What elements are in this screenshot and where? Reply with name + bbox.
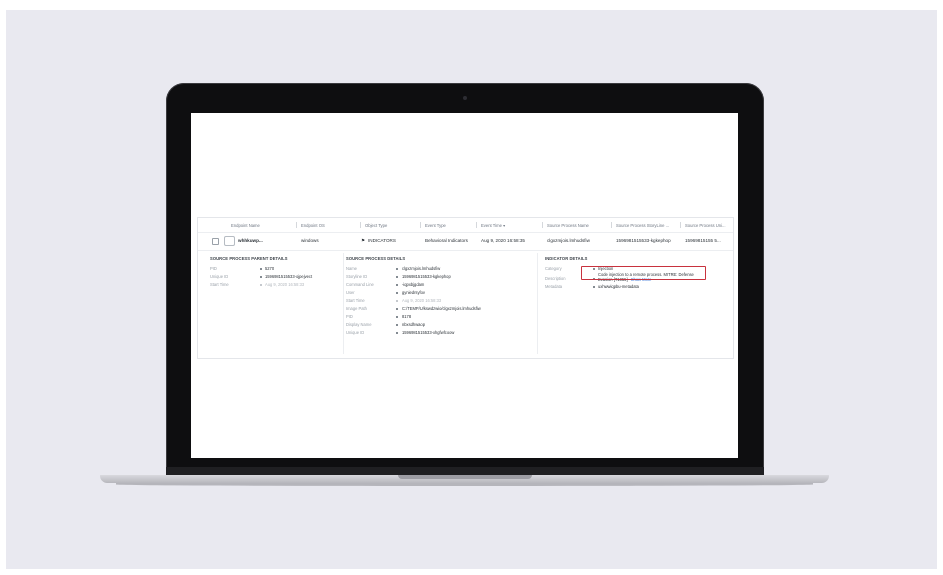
parent-details-title: SOURCE PROCESS PARENT DETAILS: [210, 256, 288, 261]
process-field: Command Line -iqpxbjgdam: [346, 282, 425, 287]
col-storyline[interactable]: Source Process StoryLine ...: [616, 223, 669, 228]
description-highlight-box: [581, 266, 706, 280]
process-field: Storyline ID 1596981515533-kgkephop: [346, 274, 451, 279]
indicator-metadata: Metadata uxhwwiqpbu-metadata: [545, 284, 639, 289]
cell-event-type: Behavioral Indicators: [425, 238, 468, 243]
cell-object-type: INDICATORS: [368, 238, 396, 243]
parent-field-start-time: Start Time Aug 9, 2020 16:58:33: [210, 282, 305, 287]
process-field: User gyniedrsyfov: [346, 290, 425, 295]
process-field: Display Name nbxsdhwaop: [346, 322, 425, 327]
process-details-title: SOURCE PROCESS DETAILS: [346, 256, 406, 261]
laptop-lid: Endpoint Name Endpoint OS Object Type Ev…: [166, 83, 764, 475]
col-unique[interactable]: Source Process Uni...: [685, 223, 726, 228]
cell-endpoint-os: windows: [301, 238, 319, 243]
device-icon: [224, 236, 235, 246]
cell-endpoint-name[interactable]: whhkuwp...: [238, 238, 263, 243]
process-field: Image Path C:/TEMP/U/kswdzwio/clgxzmjois.…: [346, 306, 481, 311]
col-source-process-name[interactable]: Source Process Name: [547, 223, 589, 228]
col-event-type[interactable]: Event Type: [425, 223, 446, 228]
events-table: Endpoint Name Endpoint OS Object Type Ev…: [197, 217, 734, 359]
laptop-shadow: [116, 483, 813, 486]
col-event-time[interactable]: Event Time ▾: [481, 223, 505, 228]
cell-event-time: Aug 9, 2020 16:58:35: [481, 238, 525, 243]
indicator-details-title: INDICATOR DETAILS: [545, 256, 588, 261]
laptop-base: [100, 475, 829, 483]
process-field: Unique ID 1596981515533-xhgfwfcoow: [346, 330, 455, 335]
laptop-screen: Endpoint Name Endpoint OS Object Type Ev…: [191, 113, 738, 458]
lid-bezel-bottom: [166, 467, 764, 475]
col-endpoint-os[interactable]: Endpoint OS: [301, 223, 325, 228]
parent-field-unique-id: Unique ID 1596981515533-ojpejvect: [210, 274, 313, 279]
base-notch: [398, 475, 532, 479]
col-object-type[interactable]: Object Type: [365, 223, 387, 228]
col-endpoint-name[interactable]: Endpoint Name: [231, 223, 260, 228]
row-checkbox[interactable]: [212, 238, 219, 245]
table-row[interactable]: whhkuwp... windows ⚑ INDICATORS Behavior…: [198, 233, 733, 251]
process-field: Start Time Aug 9, 2020 16:58:33: [346, 298, 442, 303]
process-details-panel: SOURCE PROCESS DETAILS Name clgxzmjois.lm…: [346, 251, 536, 358]
process-field: Name clgxzmjois.lmhudsfiw: [346, 266, 441, 271]
parent-field-pid: PID 5270: [210, 266, 275, 271]
parent-details-panel: SOURCE PROCESS PARENT DETAILS PID 5270 U…: [198, 251, 343, 358]
cell-unique: 15969815155 5...: [685, 238, 721, 243]
cell-source-process-name: clgxzmjois.lmhudsfiw: [547, 238, 590, 243]
process-field: PID 8178: [346, 314, 412, 319]
camera-icon: [463, 96, 467, 100]
table-header: Endpoint Name Endpoint OS Object Type Ev…: [198, 218, 733, 233]
pin-icon: ⚑: [361, 238, 366, 243]
cell-storyline: 1596981515533-kgkephop: [616, 238, 671, 243]
